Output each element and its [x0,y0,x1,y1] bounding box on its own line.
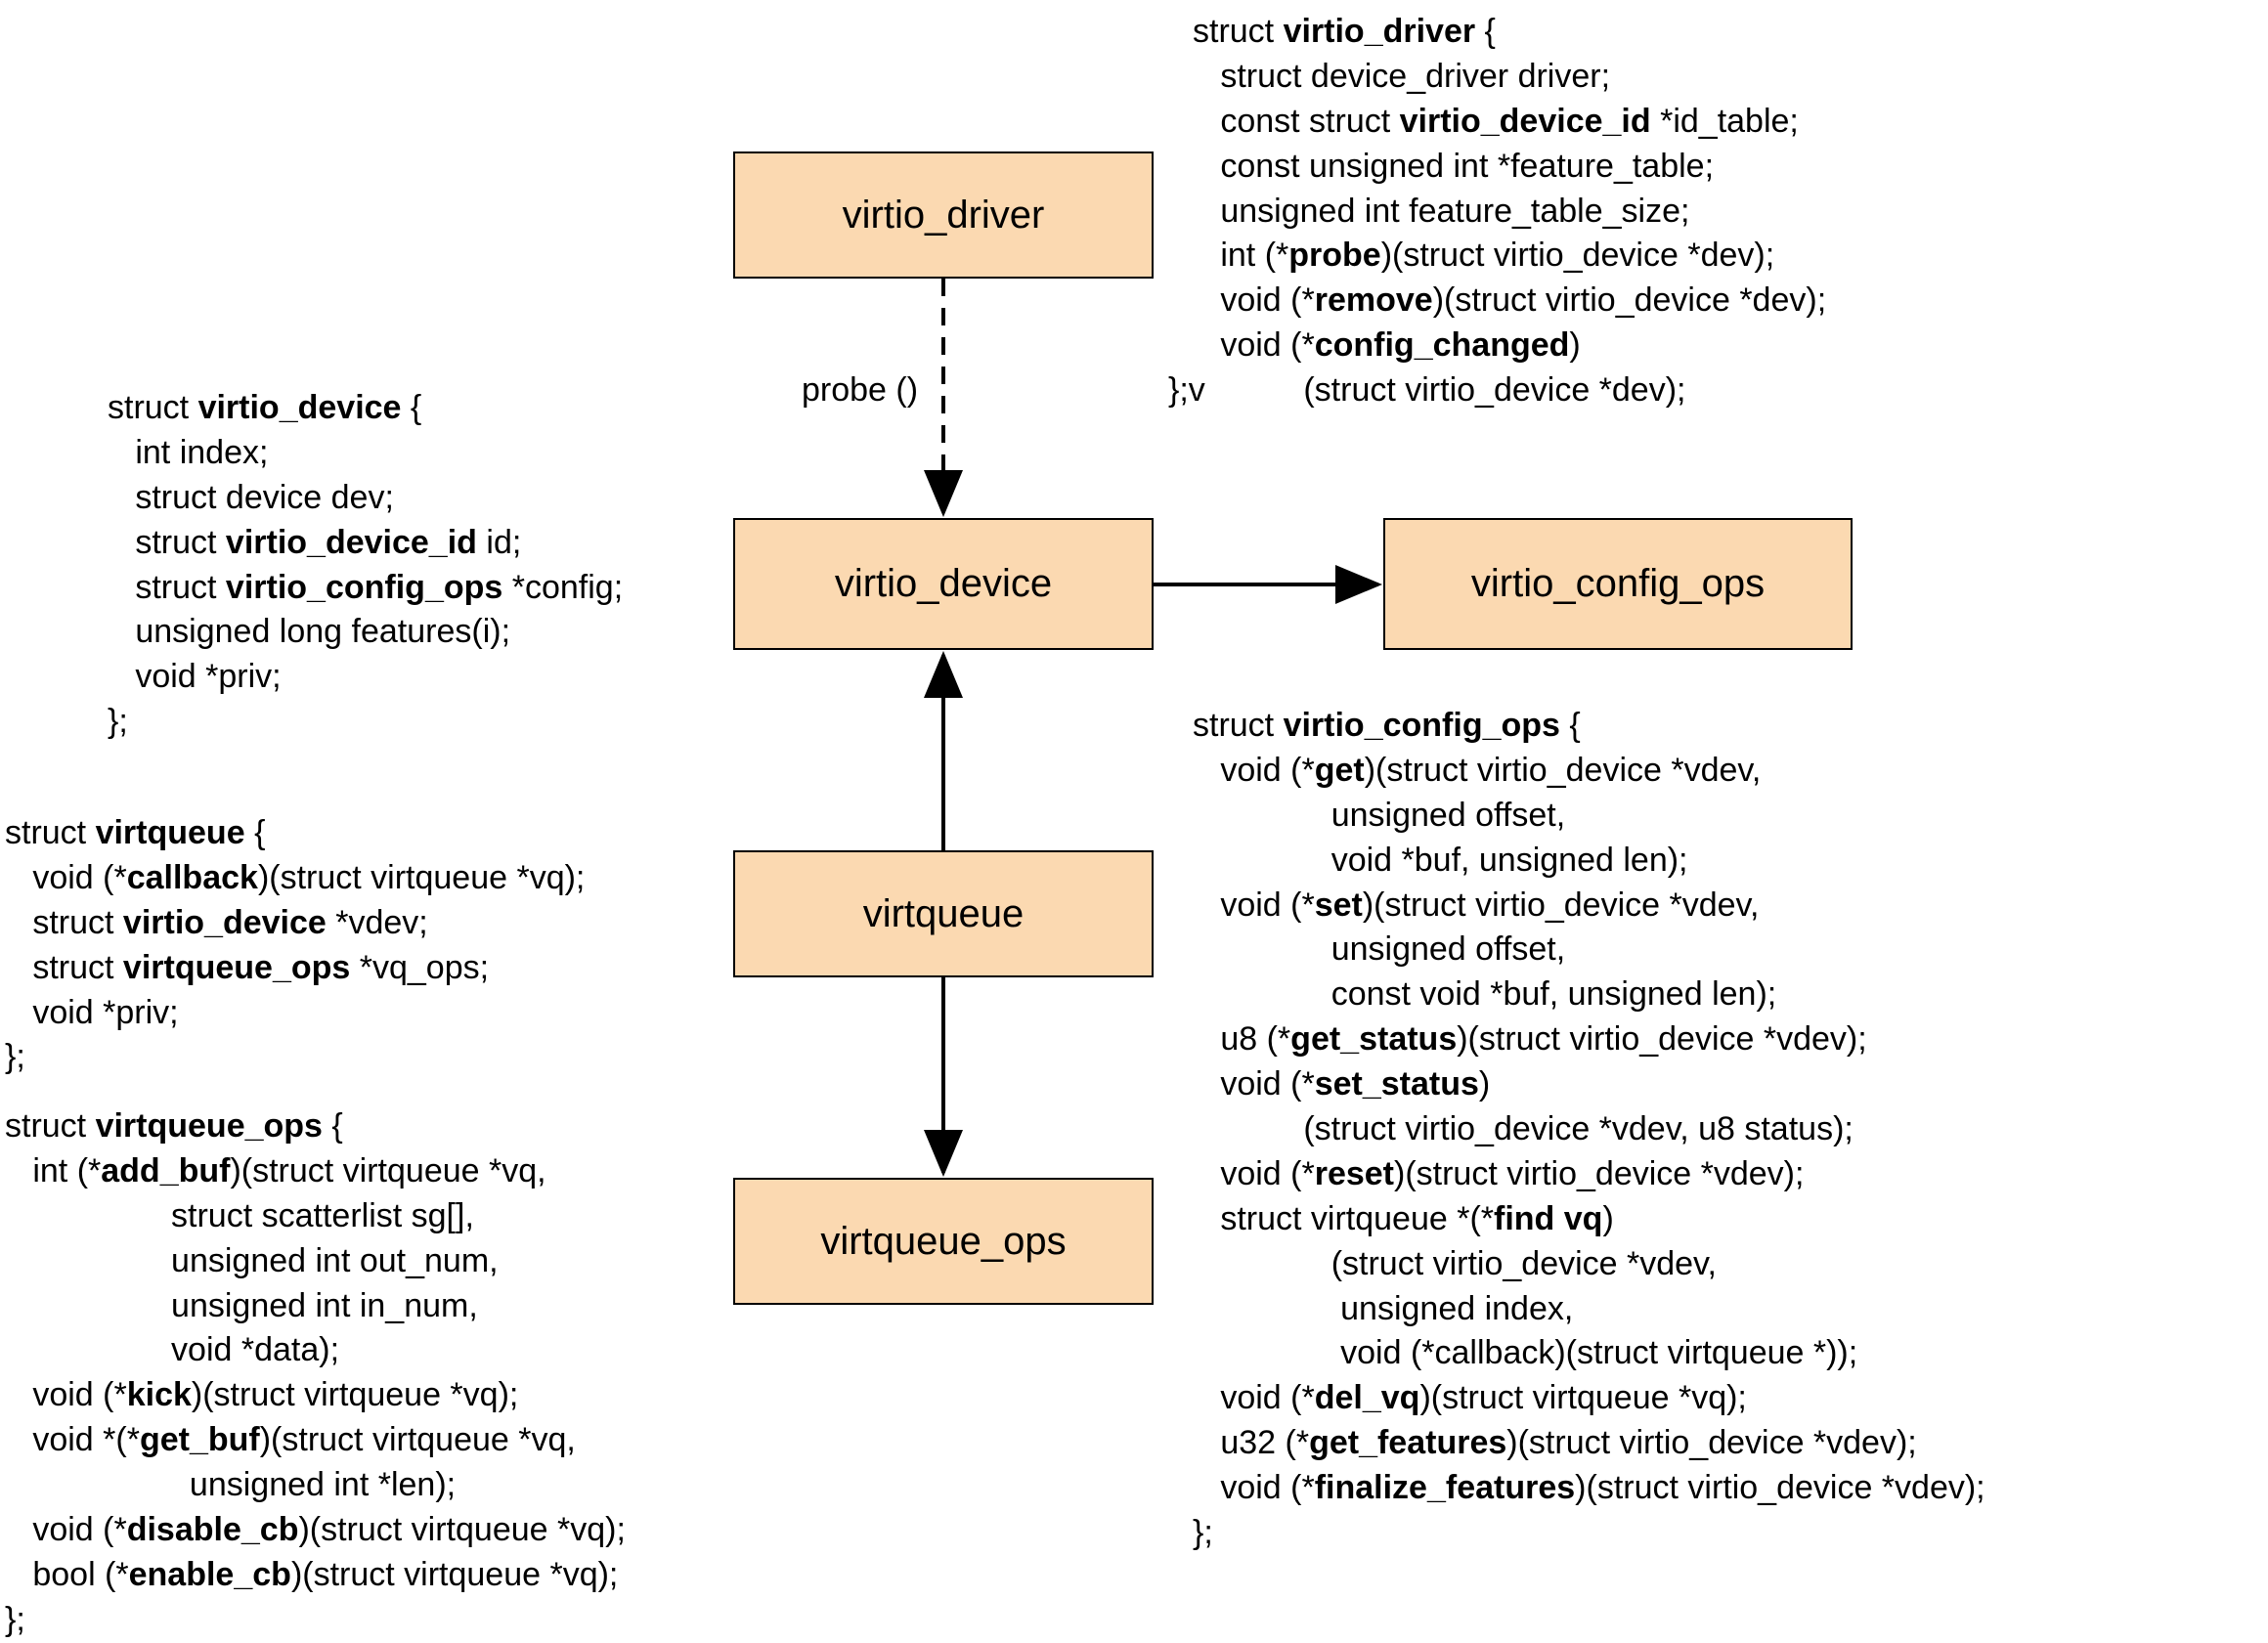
box-virtio-device: virtio_device [733,518,1154,650]
code-virtqueue: struct virtqueue { void (*callback)(stru… [5,811,585,1080]
code-virtio-device: struct virtio_device { int index; struct… [108,386,623,745]
code-virtio-driver: struct virtio_driver { struct device_dri… [1193,10,1826,413]
code-virtio-config-ops: struct virtio_config_ops { void (*get)(s… [1193,704,1985,1556]
diagram-canvas: virtio_driver virtio_device virtio_confi… [0,0,2268,1548]
box-virtqueue: virtqueue [733,850,1154,977]
box-virtio-config-ops: virtio_config_ops [1383,518,1853,650]
box-virtio-driver: virtio_driver [733,151,1154,279]
code-virtqueue-ops: struct virtqueue_ops { int (*add_buf)(st… [5,1104,626,1643]
label-probe: probe () [802,371,918,410]
box-virtqueue-ops: virtqueue_ops [733,1178,1154,1305]
